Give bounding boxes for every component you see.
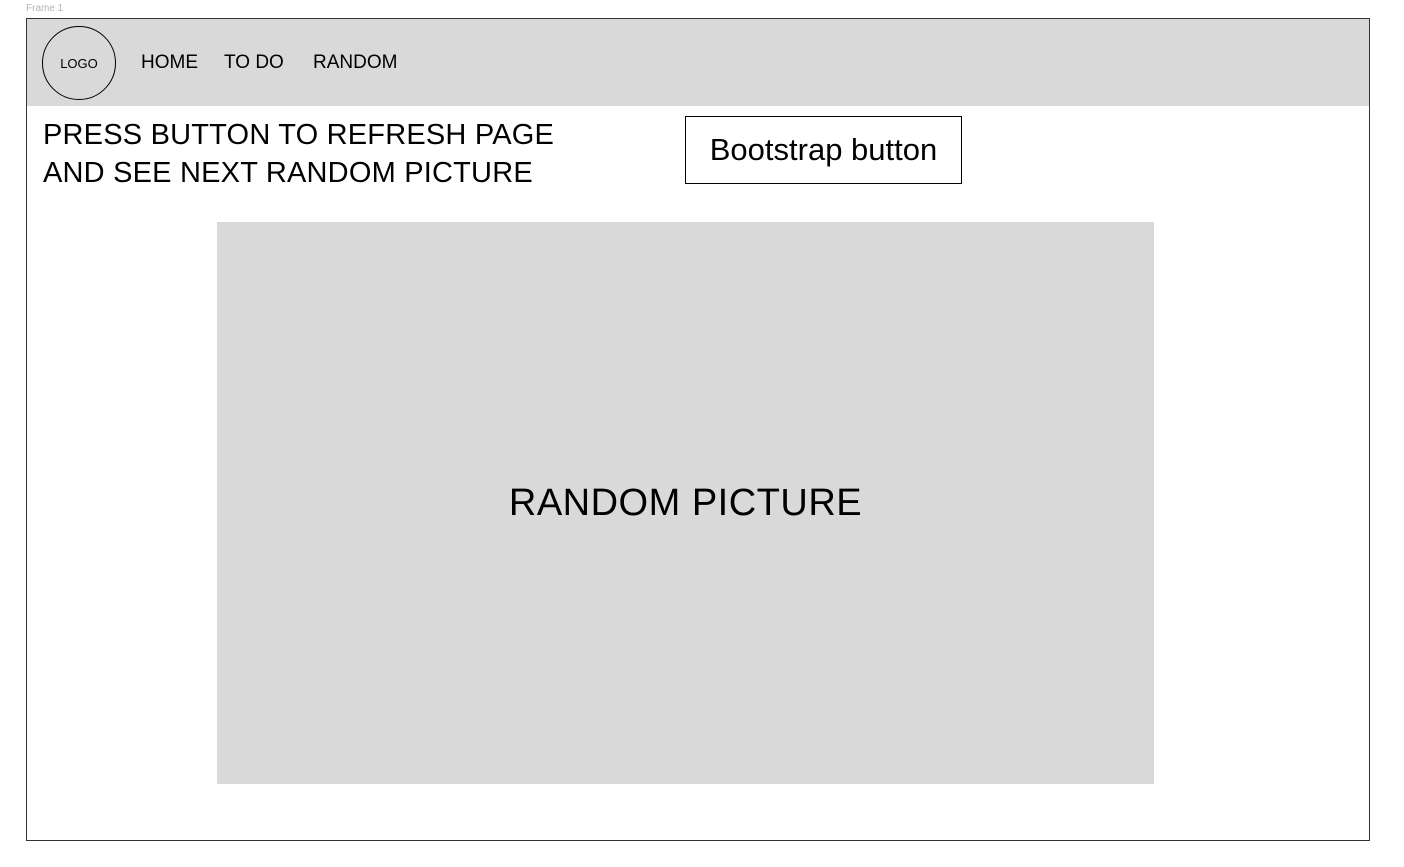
- logo[interactable]: LOGO: [42, 26, 116, 100]
- nav-item-random[interactable]: RANDOM: [313, 51, 397, 75]
- refresh-picture-button[interactable]: Bootstrap button: [685, 116, 962, 184]
- frame-label: Frame 1: [26, 3, 64, 14]
- nav-item-todo[interactable]: TO DO: [224, 51, 284, 75]
- instructions-line-1: PRESS BUTTON TO REFRESH PAGE: [43, 119, 555, 151]
- instructions-text: PRESS BUTTON TO REFRESH PAGE AND SEE NEX…: [43, 116, 663, 192]
- nav-item-home[interactable]: HOME: [141, 51, 198, 75]
- instructions-line-2: AND SEE NEXT RANDOM PICTURE: [43, 157, 533, 189]
- random-picture-label: RANDOM PICTURE: [508, 481, 863, 524]
- logo-text: LOGO: [60, 55, 98, 71]
- random-picture: RANDOM PICTURE: [217, 222, 1154, 784]
- page-frame: LOGO HOME TO DO RANDOM PRESS BUTTON TO R…: [26, 18, 1370, 841]
- navbar: LOGO HOME TO DO RANDOM: [27, 19, 1369, 106]
